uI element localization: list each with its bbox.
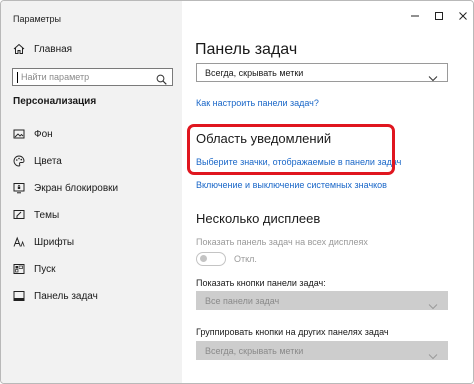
search-box[interactable] [12,68,173,86]
chevron-down-icon [428,297,438,315]
sidebar-item-label: Темы [34,209,60,221]
select-value: Все панели задач [205,295,280,306]
section-title: Персонализация [13,96,97,107]
maximize-button[interactable] [427,1,451,31]
chevron-down-icon [428,347,438,365]
sidebar-item-label: Экран блокировки [34,182,119,194]
window-title: Параметры [13,14,61,24]
sidebar-item-taskbar[interactable]: Панель задач [13,288,98,304]
toggle-state-label: Откл. [234,254,257,264]
group-buttons-select[interactable]: Всегда, скрывать метки [196,341,448,360]
sidebar-item-label: Панель задач [34,290,98,302]
minimize-button[interactable] [403,1,427,31]
sidebar-item-label: Главная [34,43,73,55]
multiple-displays-heading: Несколько дисплеев [196,211,321,226]
notification-area-heading: Область уведомлений [196,131,332,146]
show-buttons-label: Показать кнопки панели задач: [196,278,326,288]
start-icon [13,263,25,275]
sidebar-item-fonts[interactable]: Шрифты [13,234,74,250]
search-input[interactable] [18,72,158,82]
select-value: Всегда, скрывать метки [205,67,304,78]
sidebar-item-lock-screen[interactable]: Экран блокировки [13,180,118,196]
sidebar-item-themes[interactable]: Темы [13,207,59,223]
minimize-icon [411,15,419,17]
taskbar-labels-select[interactable]: Всегда, скрывать метки [196,63,448,82]
group-buttons-label: Группировать кнопки на других панелях за… [196,327,389,337]
search-icon[interactable] [156,72,167,90]
show-buttons-select[interactable]: Все панели задач [196,291,448,310]
show-all-displays-label: Показать панель задач на всех дисплеях [196,237,368,247]
sidebar-item-label: Фон [34,128,53,140]
lock-screen-icon [13,182,25,194]
window-controls [403,1,473,31]
chevron-down-icon [428,69,438,87]
page-title: Панель задач [195,41,298,58]
sidebar-item-label: Пуск [34,263,56,275]
close-icon [459,12,467,20]
font-icon [13,236,25,248]
image-icon [13,128,25,140]
sidebar-item-start[interactable]: Пуск [13,261,55,277]
brush-icon [13,209,25,221]
select-value: Всегда, скрывать метки [205,345,304,356]
customize-taskbar-link[interactable]: Как настроить панели задач? [196,98,319,108]
sidebar-item-background[interactable]: Фон [13,126,53,142]
sidebar-item-home[interactable]: Главная [13,41,72,57]
maximize-icon [435,12,443,20]
main-panel: Панель задач Всегда, скрывать метки Как … [182,1,473,383]
palette-icon [13,155,25,167]
show-all-displays-toggle[interactable] [196,252,226,266]
sidebar-item-label: Шрифты [34,236,75,248]
sidebar-item-label: Цвета [34,155,62,167]
select-icons-link[interactable]: Выберите значки, отображаемые в панели з… [196,157,401,167]
toggle-knob [200,255,207,262]
taskbar-icon [13,290,25,302]
home-icon [13,43,25,55]
settings-window: Параметры Главная Персонализация Фон [0,0,474,384]
close-button[interactable] [451,1,473,31]
sidebar-item-colors[interactable]: Цвета [13,153,62,169]
system-icons-link[interactable]: Включение и выключение системных значков [196,180,387,190]
sidebar: Параметры Главная Персонализация Фон [1,1,182,383]
